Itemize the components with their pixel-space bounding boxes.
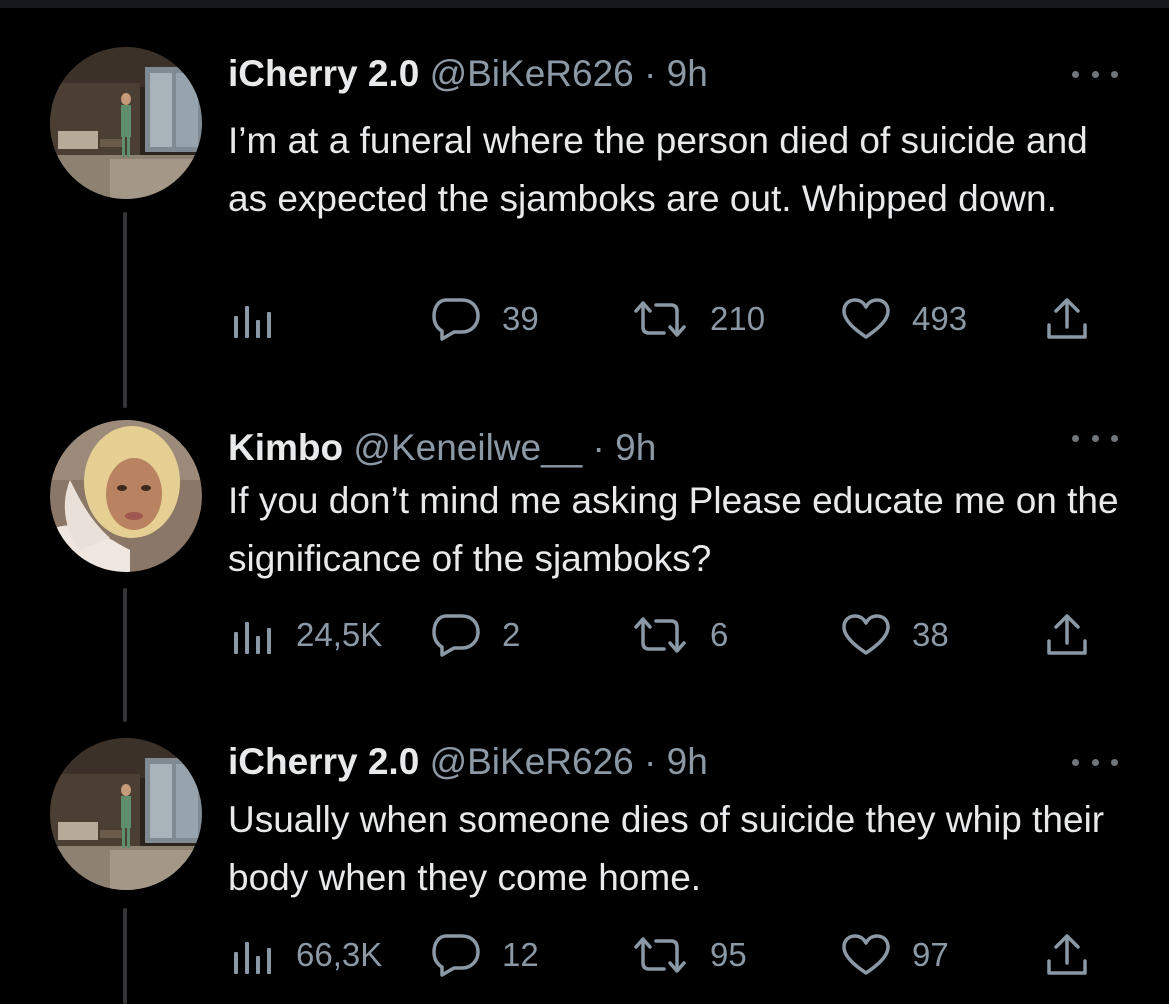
- separator-dot: ·: [644, 741, 657, 782]
- more-icon[interactable]: [1072, 752, 1118, 772]
- share-button[interactable]: [1046, 930, 1088, 980]
- display-name[interactable]: Kimbo: [228, 427, 343, 468]
- action-bar: 66,3K 12 95 97: [0, 930, 1169, 980]
- retweet-button[interactable]: 210: [632, 294, 765, 344]
- separator-dot: ·: [644, 53, 657, 94]
- tweet-header: iCherry 2.0 @BiKeR626 · 9h: [228, 52, 708, 96]
- share-button[interactable]: [1046, 294, 1088, 344]
- reply-button[interactable]: 39: [432, 294, 539, 344]
- tweet-text: I’m at a funeral where the person died o…: [228, 120, 1088, 219]
- display-name[interactable]: iCherry 2.0: [228, 53, 419, 94]
- retweet-count: 6: [710, 616, 729, 653]
- action-bar: 39 210 493: [0, 294, 1169, 344]
- display-name[interactable]: iCherry 2.0: [228, 741, 419, 782]
- like-icon: [842, 934, 890, 975]
- like-button[interactable]: 38: [842, 610, 949, 660]
- views-icon: [234, 306, 271, 338]
- share-icon: [1047, 298, 1087, 339]
- avatar[interactable]: [50, 47, 202, 199]
- reply-count: 2: [502, 616, 521, 653]
- tweet-text: If you don’t mind me asking Please educa…: [228, 480, 1119, 579]
- share-icon: [1047, 614, 1087, 655]
- views-button[interactable]: 24,5K: [232, 610, 382, 660]
- tweet-text: Usually when someone dies of suicide the…: [228, 799, 1105, 898]
- reply-button[interactable]: 12: [432, 930, 539, 980]
- avatar[interactable]: [50, 738, 202, 890]
- tweet[interactable]: iCherry 2.0 @BiKeR626 · 9h I’m at a fune…: [0, 12, 1169, 382]
- retweet-icon: [634, 617, 686, 653]
- username-handle[interactable]: @BiKeR626: [430, 53, 634, 94]
- like-icon: [842, 614, 890, 655]
- timestamp[interactable]: 9h: [667, 741, 708, 782]
- reply-icon: [432, 614, 480, 657]
- action-bar: 24,5K 2 6 38: [0, 610, 1169, 660]
- separator-dot: ·: [592, 427, 605, 468]
- tweet-header: Kimbo @Keneilwe__ · 9h: [228, 426, 656, 470]
- like-button[interactable]: 97: [842, 930, 949, 980]
- reply-button[interactable]: 2: [432, 610, 520, 660]
- retweet-button[interactable]: 6: [632, 610, 728, 660]
- username-handle[interactable]: @BiKeR626: [430, 741, 634, 782]
- like-button[interactable]: 493: [842, 294, 967, 344]
- views-icon: [234, 622, 271, 654]
- retweet-icon: [634, 301, 686, 337]
- reply-icon: [432, 298, 480, 341]
- timestamp[interactable]: 9h: [667, 53, 708, 94]
- reply-count: 39: [502, 300, 539, 337]
- like-icon: [842, 298, 890, 339]
- retweet-button[interactable]: 95: [632, 930, 747, 980]
- views-icon: [234, 942, 271, 974]
- top-edge-bar: [0, 0, 1169, 8]
- tweet-header: iCherry 2.0 @BiKeR626 · 9h: [228, 740, 708, 784]
- more-icon[interactable]: [1072, 64, 1118, 84]
- like-count: 38: [912, 616, 949, 653]
- like-count: 493: [912, 300, 968, 337]
- timestamp[interactable]: 9h: [615, 427, 656, 468]
- tweet[interactable]: iCherry 2.0 @BiKeR626 · 9h Usually when …: [0, 700, 1169, 1004]
- views-button[interactable]: [232, 294, 296, 344]
- retweet-count: 95: [710, 936, 747, 973]
- share-icon: [1047, 934, 1087, 975]
- reply-icon: [432, 934, 480, 977]
- share-button[interactable]: [1046, 610, 1088, 660]
- retweet-count: 210: [710, 300, 766, 337]
- username-handle[interactable]: @Keneilwe__: [353, 427, 582, 468]
- like-count: 97: [912, 936, 949, 973]
- more-icon[interactable]: [1072, 428, 1118, 448]
- views-count: 66,3K: [296, 936, 383, 973]
- avatar[interactable]: [50, 420, 202, 572]
- retweet-icon: [634, 937, 686, 973]
- views-count: 24,5K: [296, 616, 383, 653]
- reply-count: 12: [502, 936, 539, 973]
- views-button[interactable]: 66,3K: [232, 930, 382, 980]
